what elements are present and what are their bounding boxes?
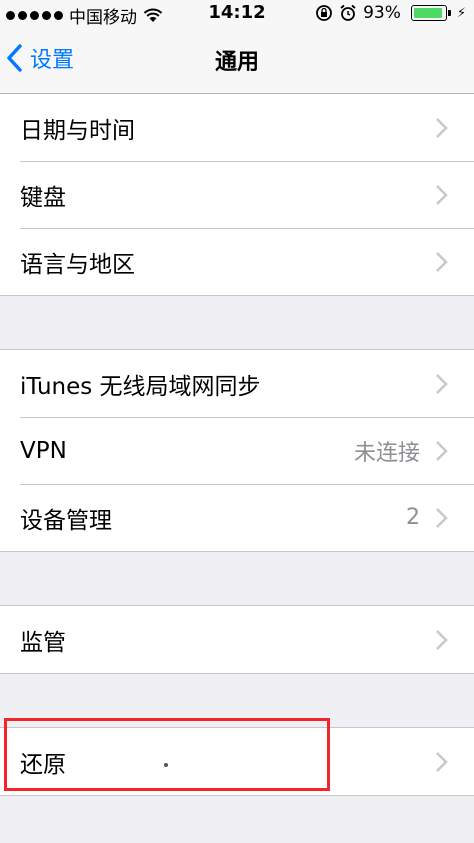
chevron-right-icon (436, 251, 448, 272)
navigation-bar: 设置 通用 (0, 26, 474, 94)
settings-group-2: iTunes 无线局域网同步 VPN 未连接 设备管理 2 (0, 349, 474, 552)
row-keyboard[interactable]: 键盘 (0, 161, 474, 228)
row-label: 设备管理 (20, 507, 112, 534)
row-label: 键盘 (20, 184, 66, 211)
settings-group-3: 监管 (0, 605, 474, 674)
settings-group-1: 日期与时间 键盘 语言与地区 (0, 94, 474, 296)
battery-icon (410, 5, 451, 21)
chevron-right-icon (436, 507, 448, 528)
row-reset[interactable]: 还原 (0, 728, 474, 795)
row-itunes-wifi-sync[interactable]: iTunes 无线局域网同步 (0, 350, 474, 417)
status-right: 93% ⚡ (315, 3, 466, 23)
alarm-icon (340, 4, 356, 21)
row-label: 还原 (20, 751, 66, 778)
chevron-right-icon (436, 373, 448, 394)
row-label: 语言与地区 (20, 251, 135, 278)
status-bar: 中国移动 14:12 93% ⚡ (0, 0, 474, 28)
settings-group-4: 还原 (0, 727, 474, 796)
page-title: 通用 (214, 50, 259, 75)
dot-mark (164, 763, 168, 767)
charging-icon: ⚡ (456, 5, 466, 21)
chevron-right-icon (436, 440, 448, 461)
battery-percent: 93% (363, 3, 401, 23)
row-supervision[interactable]: 监管 (0, 606, 474, 673)
row-language-region[interactable]: 语言与地区 (0, 228, 474, 295)
row-device-management[interactable]: 设备管理 2 (0, 484, 474, 551)
row-label: VPN (20, 437, 67, 464)
device-count: 2 (406, 505, 420, 530)
row-vpn[interactable]: VPN 未连接 (0, 417, 474, 484)
vpn-status: 未连接 (353, 440, 420, 466)
battery-fill (413, 8, 442, 18)
chevron-right-icon (436, 751, 448, 772)
settings-list: 日期与时间 键盘 语言与地区 iTunes 无线局域网同步 VPN 未连接 设备… (0, 94, 474, 796)
chevron-right-icon (436, 629, 448, 650)
chevron-right-icon (436, 117, 448, 138)
row-label: 监管 (20, 629, 66, 656)
row-date-time[interactable]: 日期与时间 (0, 94, 474, 161)
row-label: iTunes 无线局域网同步 (20, 373, 261, 400)
row-label: 日期与时间 (20, 117, 135, 144)
chevron-right-icon (436, 184, 448, 205)
rotation-lock-icon (316, 5, 332, 21)
